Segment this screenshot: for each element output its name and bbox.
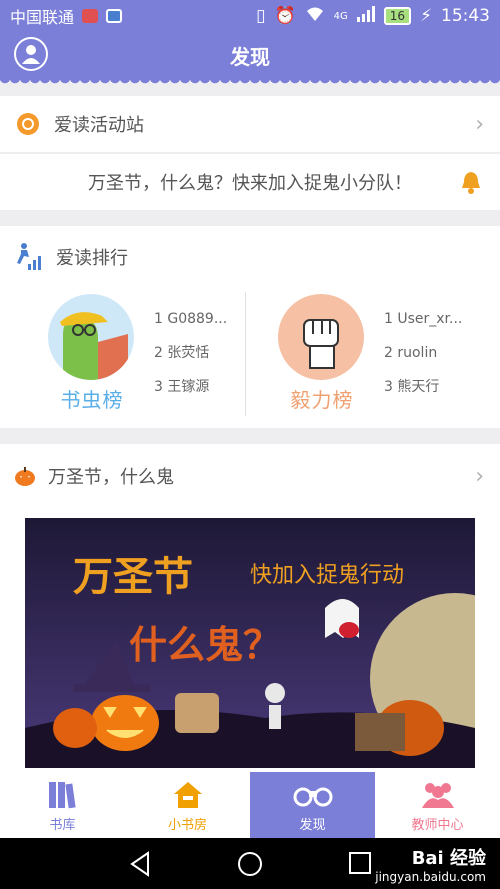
profile-button[interactable] [14,37,48,71]
binoculars-icon [293,787,332,806]
chevron-right-icon: › [475,111,484,137]
notification-icon [82,9,99,23]
page-title: 发现 [230,44,270,69]
treasure-chest-icon [355,713,405,751]
home-icon[interactable] [237,851,263,877]
watermark-site: jingyan.baidu.com [375,870,486,884]
ranking-card: 爱读排行 书虫榜 1 G0889... 2 张荧恬 3 王镓源 毅力榜 1 Us… [0,226,500,428]
board-entries: 1 User_xr... 2 ruolin 3 熊天行 [384,302,476,404]
tab-teacher-center[interactable]: 教师中心 [375,772,500,838]
header-scallop-edge [0,78,500,86]
list-item: 3 熊天行 [384,379,440,395]
banner-subtitle: 快加入捉鬼行动 [250,563,404,588]
bookworm-avatar [48,294,134,380]
alarm-icon: ⏰ [274,6,296,26]
perseverance-board[interactable]: 毅力榜 1 User_xr... 2 ruolin 3 熊天行 [232,288,472,438]
watermark-brand: Bai 经验 [411,848,486,869]
watermark: Bai 经验 jingyan.baidu.com [375,844,486,884]
activity-card: 爱读活动站 › [0,96,500,152]
charging-icon: ⚡ [420,6,432,26]
app-header: 发现 [0,32,500,78]
ranking-label: 爱读排行 [56,248,128,269]
halloween-banner[interactable]: 万圣节 快加入捉鬼行动 什么鬼？ [25,518,475,768]
tab-discover[interactable]: 发现 [250,772,375,838]
back-icon[interactable] [128,851,152,877]
tab-label: 发现 [299,817,326,833]
banner-question: 什么鬼？ [129,623,281,667]
recent-apps-icon[interactable] [348,851,372,875]
tab-study-room[interactable]: 小书房 [125,772,250,838]
ranking-boards: 书虫榜 1 G0889... 2 张荧恬 3 王镓源 毅力榜 1 User_xr… [0,288,500,438]
scroll-icon [175,693,219,733]
board-title: 毅力榜 [290,388,354,412]
sun-gear-icon [17,113,39,135]
tab-library[interactable]: 书库 [0,772,125,838]
tab-label: 小书房 [167,817,207,833]
system-nav-bar: Bai 经验 jingyan.baidu.com [0,838,500,889]
ghost-icon [325,599,359,638]
board-title: 书虫榜 [60,388,124,412]
activity-notice: 万圣节，什么鬼？快来加入捉鬼小分队！ [88,173,412,194]
bookworm-board[interactable]: 书虫榜 1 G0889... 2 张荧恬 3 王镓源 [2,288,242,438]
status-bar: 中国联通 ▯ ⏰ 4G 16 ⚡ 15:43 [0,0,500,32]
wifi-icon [305,6,325,27]
carrier-label: 中国联通 [10,8,75,27]
tab-label: 教师中心 [411,817,464,833]
bell-icon [462,172,480,194]
ranking-header: 爱读排行 [0,226,500,288]
fist-avatar [278,294,364,380]
signal-icon [356,5,375,27]
network-type: 4G [333,10,348,22]
user-icon [22,45,40,64]
notice-card[interactable]: 万圣节，什么鬼？快来加入捉鬼小分队！ [0,154,500,210]
books-icon [48,781,76,808]
topic-row[interactable]: 万圣节，什么鬼 › [0,444,500,508]
pumpkin-icon [15,467,35,486]
runner-chart-icon [17,243,41,270]
banner-title: 万圣节 [73,554,193,600]
topic-label: 万圣节，什么鬼 [48,467,174,488]
clock: 15:43 [441,6,490,26]
bottom-nav: 书库 小书房 发现 教师中心 [0,772,500,838]
house-icon [173,781,202,808]
tab-label: 书库 [49,817,76,833]
vibrate-icon: ▯ [256,6,266,26]
activity-row[interactable]: 爱读活动站 › [0,96,500,152]
app-notification-icon [106,9,123,23]
chevron-right-icon: › [475,463,484,489]
battery-indicator: 16 [383,7,412,25]
list-item: 1 User_xr... [384,311,463,327]
list-item: 2 ruolin [384,345,438,361]
people-icon [421,782,454,808]
activity-label: 爱读活动站 [54,115,144,136]
